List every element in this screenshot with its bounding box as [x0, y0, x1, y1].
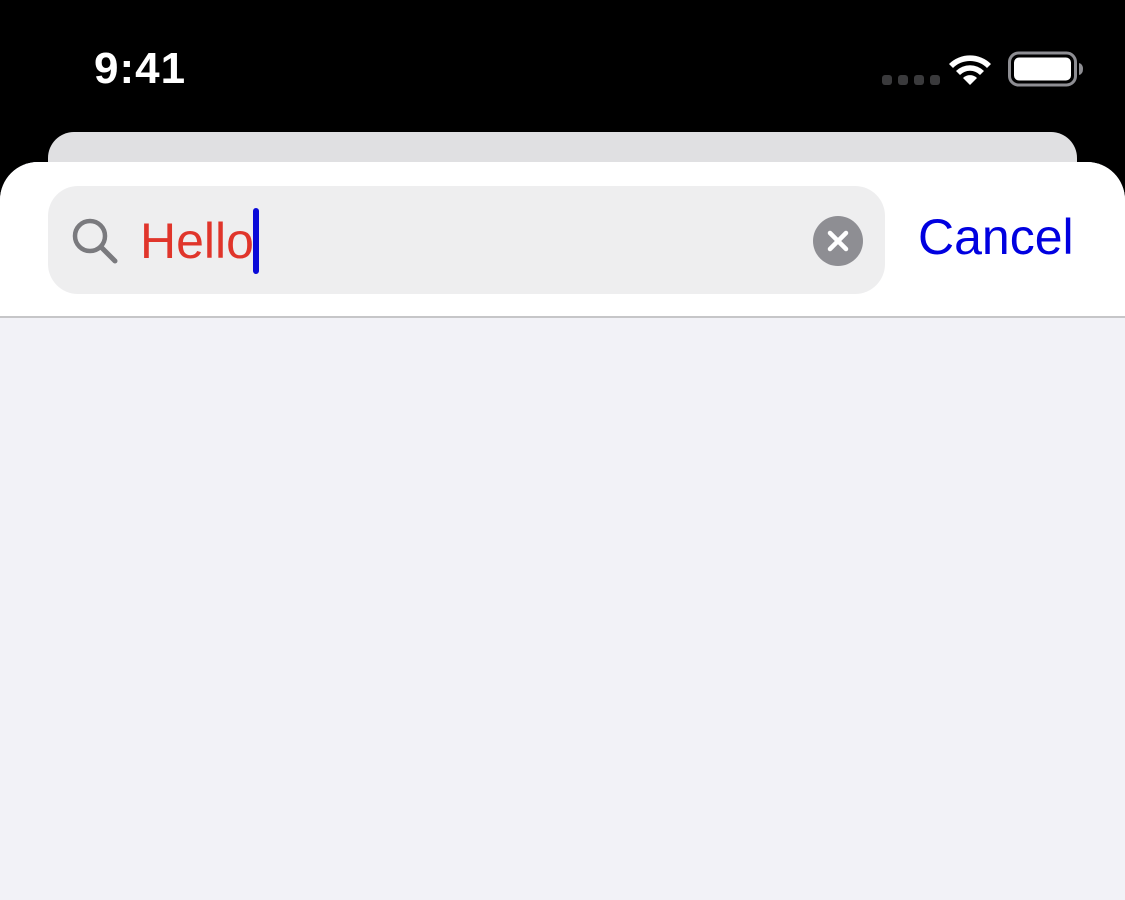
search-field[interactable]: Hello: [48, 186, 885, 294]
cancel-button[interactable]: Cancel: [918, 209, 1074, 265]
clear-button[interactable]: [813, 216, 863, 266]
signal-dot: [930, 75, 940, 85]
cellular-signal-icon: [882, 75, 940, 85]
status-bar: 9:41: [0, 0, 1125, 132]
search-header: Hello Cancel: [0, 162, 1125, 318]
clear-circle-icon: [827, 230, 849, 252]
search-input-value: Hello: [140, 213, 254, 269]
search-input[interactable]: Hello: [140, 208, 259, 274]
signal-dot: [898, 75, 908, 85]
battery-icon: [1008, 51, 1083, 87]
search-sheet: Hello Cancel: [0, 162, 1125, 900]
signal-dot: [914, 75, 924, 85]
search-screen: 9:41 Hello Cancel: [0, 0, 1125, 900]
search-results-area: [0, 318, 1125, 900]
wifi-icon: [949, 55, 991, 85]
search-icon: [72, 218, 118, 264]
signal-dot: [882, 75, 892, 85]
status-time: 9:41: [94, 44, 187, 93]
text-caret: [252, 208, 259, 274]
